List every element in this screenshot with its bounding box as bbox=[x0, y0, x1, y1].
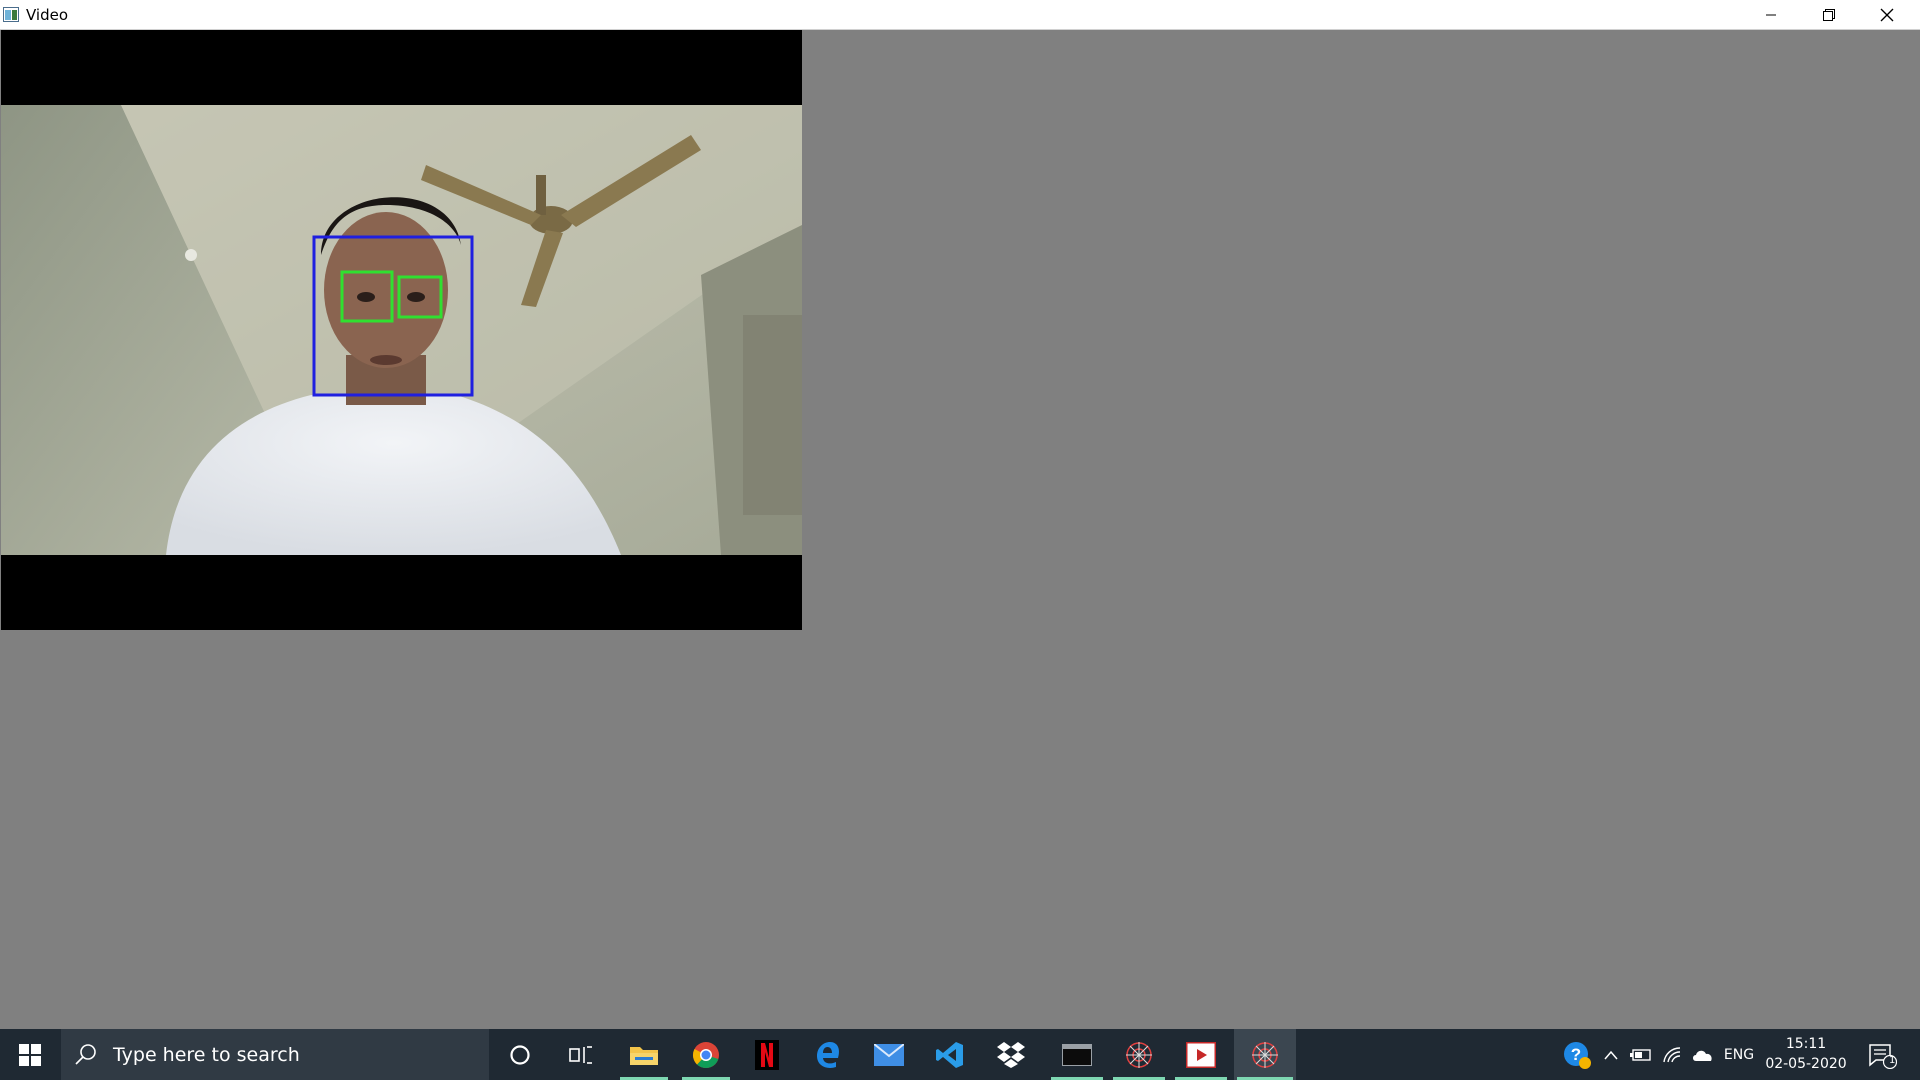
spider-web-icon bbox=[1252, 1041, 1278, 1068]
edge-icon bbox=[817, 1041, 840, 1068]
vscode-icon bbox=[936, 1041, 963, 1068]
taskbar-opencv-app-2-active[interactable] bbox=[1234, 1029, 1296, 1080]
spider-web-icon bbox=[1126, 1041, 1152, 1068]
netflix-icon bbox=[755, 1039, 779, 1070]
battery-icon bbox=[1630, 1048, 1651, 1061]
cortana-circle-icon bbox=[510, 1044, 530, 1065]
windows-logo-icon bbox=[19, 1043, 41, 1066]
restore-icon bbox=[1823, 9, 1835, 21]
close-icon bbox=[1880, 8, 1894, 22]
window-title: Video bbox=[26, 6, 69, 24]
help-icon: ? bbox=[1564, 1041, 1591, 1069]
action-center-button[interactable]: 1 bbox=[1862, 1029, 1902, 1080]
taskbar-mail[interactable] bbox=[862, 1029, 916, 1080]
taskbar-edge[interactable] bbox=[801, 1029, 855, 1080]
webcam-scene bbox=[1, 105, 802, 555]
wifi-icon bbox=[1663, 1046, 1681, 1062]
start-button[interactable] bbox=[0, 1029, 60, 1080]
tray-help[interactable]: ? bbox=[1560, 1029, 1594, 1080]
app-window-icon bbox=[3, 7, 19, 22]
taskbar-search-box[interactable]: Type here to search bbox=[61, 1029, 489, 1080]
taskbar-netflix[interactable] bbox=[740, 1029, 794, 1080]
minimize-button[interactable] bbox=[1742, 0, 1800, 30]
task-view-button[interactable] bbox=[556, 1029, 604, 1080]
cortana-button[interactable] bbox=[496, 1029, 544, 1080]
video-player-icon bbox=[1186, 1041, 1216, 1068]
taskbar-opencv-app-1[interactable] bbox=[1110, 1029, 1168, 1080]
taskbar-dropbox[interactable] bbox=[984, 1029, 1038, 1080]
minimize-icon bbox=[1766, 14, 1776, 16]
task-view-icon bbox=[569, 1045, 592, 1064]
folder-icon bbox=[630, 1046, 658, 1065]
tray-battery[interactable] bbox=[1628, 1029, 1654, 1080]
clock-time: 15:11 bbox=[1785, 1036, 1827, 1052]
cloud-icon bbox=[1693, 1050, 1712, 1061]
notification-count-badge: 1 bbox=[1889, 1055, 1896, 1066]
search-placeholder: Type here to search bbox=[113, 1043, 300, 1066]
window-titlebar: Video bbox=[0, 0, 1920, 30]
mail-icon bbox=[874, 1043, 904, 1066]
taskbar-video-player[interactable] bbox=[1172, 1029, 1230, 1080]
taskbar-vscode[interactable] bbox=[923, 1029, 977, 1080]
restore-button[interactable] bbox=[1800, 0, 1858, 30]
taskbar-file-explorer[interactable] bbox=[617, 1029, 671, 1080]
taskbar-clock[interactable]: 15:11 02-05-2020 bbox=[1760, 1034, 1852, 1074]
terminal-icon bbox=[1062, 1043, 1092, 1066]
dropbox-icon bbox=[997, 1041, 1025, 1068]
language-indicator[interactable]: ENG bbox=[1720, 1029, 1758, 1080]
taskbar-terminal[interactable] bbox=[1048, 1029, 1106, 1080]
close-button[interactable] bbox=[1858, 0, 1916, 30]
clock-date: 02-05-2020 bbox=[1765, 1056, 1847, 1072]
chevron-up-icon bbox=[1604, 1050, 1618, 1059]
taskbar-chrome[interactable] bbox=[679, 1029, 733, 1080]
webcam-frame bbox=[1, 105, 802, 555]
tray-onedrive[interactable] bbox=[1690, 1029, 1716, 1080]
search-icon bbox=[75, 1043, 96, 1065]
window-client-area bbox=[0, 30, 1920, 1029]
video-canvas bbox=[1, 30, 802, 630]
chrome-icon bbox=[692, 1041, 719, 1068]
tray-wifi[interactable] bbox=[1660, 1029, 1686, 1080]
taskbar: Type here to search ? ENG 15:11 02-05-20… bbox=[0, 1029, 1920, 1080]
show-hidden-icons-button[interactable] bbox=[1600, 1029, 1622, 1080]
